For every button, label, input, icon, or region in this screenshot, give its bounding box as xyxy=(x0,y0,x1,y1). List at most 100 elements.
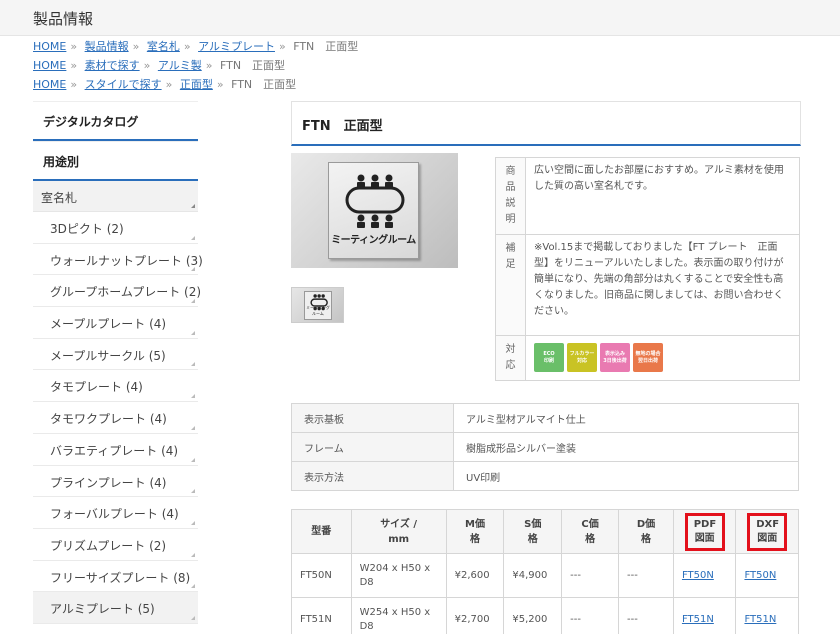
breadcrumb-link[interactable]: 素材で探す xyxy=(85,59,140,72)
sidebar-item[interactable]: アルミプレート (5) xyxy=(33,592,198,624)
description-key-text: 商品説明 xyxy=(505,166,516,225)
header-s-price-text: S価格 xyxy=(524,518,542,545)
sidebar-item[interactable]: メープルプレート (4) xyxy=(33,307,198,339)
pdf-link[interactable]: FT51N xyxy=(682,614,714,625)
spec-key: 表示方法 xyxy=(291,461,454,491)
header-d-price: D価格 xyxy=(618,509,674,554)
pdf-cell: FT50N xyxy=(672,553,737,598)
corner-arrow-icon xyxy=(191,299,195,304)
feature-badge: 無地の場合 翌日出荷 xyxy=(633,343,663,372)
plate-label: ミーティングルーム xyxy=(331,235,416,246)
thumbnail-plate: ミーティングルーム xyxy=(304,291,332,320)
sidebar-item[interactable]: バラエティプレート (4) xyxy=(33,434,198,466)
model-cell: FT51N xyxy=(291,597,352,634)
top-bar: 製品情報 xyxy=(0,0,840,36)
badge-line: 翌日出荷 xyxy=(637,358,658,364)
sidebar-item[interactable]: タモワクプレート (4) xyxy=(33,402,198,434)
sidebar-item[interactable]: プラインプレート (4) xyxy=(33,466,198,498)
breadcrumb-link[interactable]: 室名札 xyxy=(147,40,180,53)
meeting-people-icon xyxy=(345,174,405,228)
spec-value: アルミ型材アルマイト仕上 xyxy=(453,403,799,433)
breadcrumb-group: HOME» 製品情報» 室名札» アルミプレート» FTN 正面型 HOME» … xyxy=(33,40,358,97)
sidebar-item[interactable]: グループホームプレート (2) xyxy=(33,275,202,308)
product-image[interactable]: ミーティングルーム xyxy=(291,153,458,268)
corner-arrow-icon xyxy=(191,489,195,494)
sidebar-category[interactable]: 室名札 xyxy=(33,181,198,212)
d-price-cell: --- xyxy=(627,569,638,581)
sidebar-item[interactable]: ウォールナットプレート (3) xyxy=(33,244,203,276)
sidebar-item-label: バラエティプレート (4) xyxy=(50,443,179,458)
dxf-link[interactable]: FT50N xyxy=(744,570,776,581)
badge-line: 表示込み xyxy=(604,351,625,357)
corner-arrow-icon xyxy=(191,267,195,272)
sidebar-item-label: グループホームプレート (2) xyxy=(50,285,202,300)
d-price-cell: --- xyxy=(618,553,674,598)
supplement-value: ※Vol.15まで掲載しておりました【FT プレート 正面型】をリニューアルいた… xyxy=(525,234,800,336)
feature-badge: フルカラー 対応 xyxy=(567,343,597,372)
sidebar-item-label: フリーサイズプレート (8) xyxy=(50,570,191,585)
header-dxf-text: DXF図面 xyxy=(747,512,788,551)
size-cell: W254 x H50 x D8 xyxy=(350,597,447,634)
breadcrumb-link[interactable]: HOME xyxy=(33,78,66,91)
feature-badge: ECO 印刷 xyxy=(534,343,564,372)
spec-row: 表示基板 アルミ型材アルマイト仕上 xyxy=(291,403,799,433)
size-cell: W254 x H50 x D8 xyxy=(359,606,431,632)
sidebar-item[interactable]: プリズムプレート (2) xyxy=(33,529,198,561)
header-model: 型番 xyxy=(291,509,352,554)
breadcrumb: HOME» 製品情報» 室名札» アルミプレート» FTN 正面型 xyxy=(33,40,359,53)
corner-arrow-icon xyxy=(191,330,195,335)
price-table: 型番 サイズ / mm M価格 S価格 C価格 D価格 PDF図面 DXF図面 … xyxy=(291,509,799,634)
corner-arrow-icon xyxy=(191,520,195,525)
breadcrumb-link[interactable]: 正面型 xyxy=(180,78,213,91)
c-price-cell: --- xyxy=(570,569,581,581)
sidebar-category-label: 室名札 xyxy=(41,191,78,205)
sidebar-digital-catalog[interactable]: デジタルカタログ xyxy=(33,101,198,141)
header-c-price-text: C価格 xyxy=(581,518,599,545)
breadcrumb-current: FTN 正面型 xyxy=(293,40,359,53)
model-cell: FT50N xyxy=(300,569,332,581)
breadcrumb-link[interactable]: アルミプレート xyxy=(198,40,275,53)
header-c-price: C価格 xyxy=(561,509,620,554)
corner-arrow-icon xyxy=(191,584,195,589)
sidebar-item[interactable]: フリーサイズプレート (8) xyxy=(33,561,198,593)
m-price-cell: ¥2,700 xyxy=(445,597,505,634)
model-cell: FT51N xyxy=(300,613,332,625)
supplement-key: 補足 xyxy=(495,234,526,336)
s-price-cell: ¥5,200 xyxy=(503,597,563,634)
corner-arrow-icon xyxy=(191,394,195,399)
breadcrumb-link[interactable]: 製品情報 xyxy=(85,40,129,53)
m-price-cell: ¥2,700 xyxy=(454,613,490,625)
description-value: 広い空間に面したお部屋におすすめ。アルミ素材を使用した質の高い室名札です。 xyxy=(525,157,800,235)
badge-line: 対応 xyxy=(576,358,587,364)
m-price-cell: ¥2,600 xyxy=(454,569,490,581)
sidebar-item[interactable]: 3Dピクト (2) xyxy=(33,212,198,244)
pdf-link[interactable]: FT50N xyxy=(682,570,714,581)
support-badges-cell: ECO 印刷 フルカラー 対応 表示込み 3日後出荷 無地の場合 翌日出荷 xyxy=(525,335,800,381)
breadcrumb-link[interactable]: HOME xyxy=(33,59,66,72)
breadcrumb-current: FTN 正面型 xyxy=(219,59,286,72)
sidebar-item-label: ウォールナットプレート (3) xyxy=(50,253,203,268)
dxf-link[interactable]: FT51N xyxy=(744,614,776,625)
spec-value: 樹脂成形品シルバー塗装 xyxy=(453,432,799,462)
sidebar-usage-heading[interactable]: 用途別 xyxy=(33,141,198,181)
description-key: 商品説明 xyxy=(495,157,526,235)
supplement-key-text: 補足 xyxy=(505,243,516,270)
d-price-cell: --- xyxy=(627,613,638,625)
pdf-cell: FT51N xyxy=(672,597,737,634)
product-title: FTN 正面型 xyxy=(291,101,801,146)
sidebar-item[interactable]: タモプレート (4) xyxy=(33,370,198,403)
breadcrumb-link[interactable]: HOME xyxy=(33,40,66,53)
sidebar-item-label: プラインプレート (4) xyxy=(50,475,167,490)
sidebar-item[interactable]: フォーバルプレート (4) xyxy=(33,497,198,529)
description-row: 商品説明 広い空間に面したお部屋におすすめ。アルミ素材を使用した質の高い室名札で… xyxy=(495,157,800,235)
header-pdf-text: PDF図面 xyxy=(684,512,725,551)
price-header-row: 型番 サイズ / mm M価格 S価格 C価格 D価格 PDF図面 DXF図面 xyxy=(291,509,799,554)
header-size: サイズ / mm xyxy=(350,509,447,554)
sidebar-item[interactable]: メープルサークル (5) xyxy=(33,339,198,371)
product-thumbnail[interactable]: ミーティングルーム xyxy=(291,287,344,323)
breadcrumb-link[interactable]: アルミ製 xyxy=(158,59,202,72)
breadcrumb-link[interactable]: スタイルで探す xyxy=(85,78,162,91)
badge-line: ECO xyxy=(543,351,555,357)
s-price-cell: ¥4,900 xyxy=(503,553,563,598)
page-header-title: 製品情報 xyxy=(33,10,94,28)
